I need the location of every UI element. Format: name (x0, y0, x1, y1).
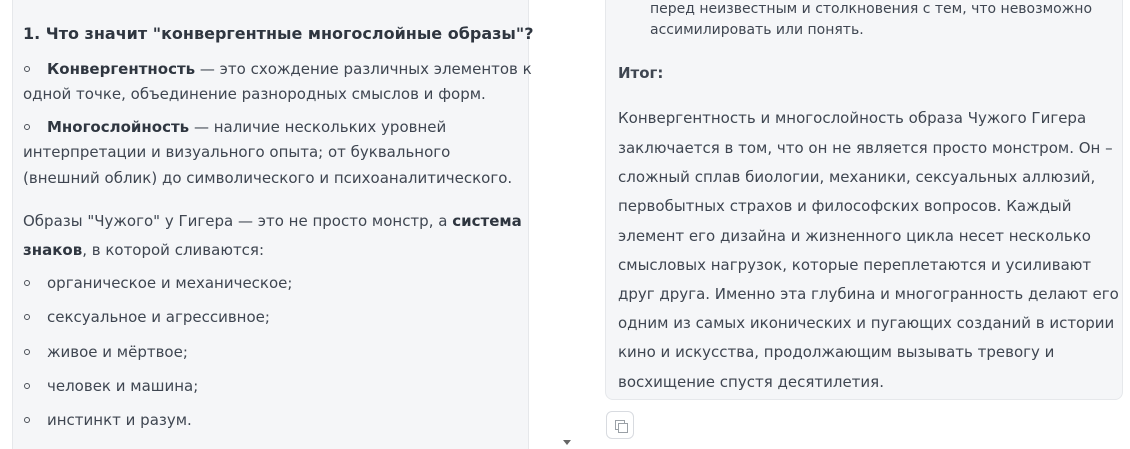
bullet-icon (24, 383, 30, 389)
paragraph-prefix: Образы "Чужого" у Гигера — это не просто… (23, 212, 453, 230)
summary-line: друг друга. Именно эта глубина и многогр… (618, 285, 1119, 303)
item-convergence-line1: Конвергентность — это схождение различны… (47, 59, 532, 79)
bullet-icon (24, 349, 30, 355)
list-item: органическое и механическое; (47, 274, 293, 292)
convergence-definition: — это схождение различных элементов к (195, 60, 532, 78)
summary-line: одним из самых иконических и пугающих со… (618, 314, 1115, 332)
right-top-line1: перед неизвестным и столкновения с тем, … (650, 1, 1093, 17)
term-convergence: Конвергентность (47, 60, 196, 78)
item-convergence-line2: одной точке, объединение разнородных смы… (23, 85, 486, 103)
multilayer-definition: — наличие нескольких уровней (189, 118, 447, 136)
paragraph-line2: знаков, в которой сливаются: (23, 240, 264, 260)
term-multilayer: Многослойность (47, 118, 190, 136)
bullet-icon (24, 417, 30, 423)
paragraph-bold-2: знаков (23, 241, 83, 259)
item-multilayer-line1: Многослойность — наличие нескольких уров… (47, 117, 446, 137)
bullet-icon (24, 66, 30, 72)
right-top-line2: ассимилировать или понять. (650, 22, 864, 38)
section-heading: 1. Что значит "конвергентные многослойны… (23, 24, 534, 43)
list-item: инстинкт и разум. (47, 411, 192, 429)
list-item: сексуальное и агрессивное; (47, 308, 270, 326)
item-multilayer-line2: интерпретации и визуального опыта; от бу… (23, 143, 451, 161)
summary-line: кино и искусства, продолжающим вызывать … (618, 343, 1055, 361)
paragraph-line1: Образы "Чужого" у Гигера — это не просто… (23, 211, 522, 231)
item-multilayer-line3: (внешний облик) до символического и псих… (23, 169, 513, 187)
bullet-icon (24, 124, 30, 130)
summary-line: первобытных страхов и философских вопрос… (618, 197, 1072, 215)
paragraph-bold-1: система (452, 212, 522, 230)
summary-line: смысловых нагрузок, которые переплетаютс… (618, 256, 1092, 274)
summary-line: сложный сплав биологии, механики, сексуа… (618, 168, 1096, 186)
list-item: человек и машина; (47, 377, 199, 395)
bullet-icon (24, 314, 30, 320)
copy-button[interactable] (606, 411, 634, 439)
summary-line: заключается в том, что он не является пр… (618, 139, 1113, 157)
summary-heading: Итог: (618, 64, 664, 82)
summary-line: элемент его дизайна и жизненного цикла н… (618, 227, 1091, 245)
list-item: живое и мёртвое; (47, 343, 188, 361)
summary-line: Конвергентность и многослойность образа … (618, 109, 1087, 127)
summary-line: восхищение спустя десятилетия. (618, 373, 884, 391)
bullet-icon (24, 280, 30, 286)
copy-icon (618, 423, 628, 433)
scroll-down-icon[interactable] (563, 440, 571, 445)
paragraph-rest: , в которой сливаются: (82, 241, 265, 259)
